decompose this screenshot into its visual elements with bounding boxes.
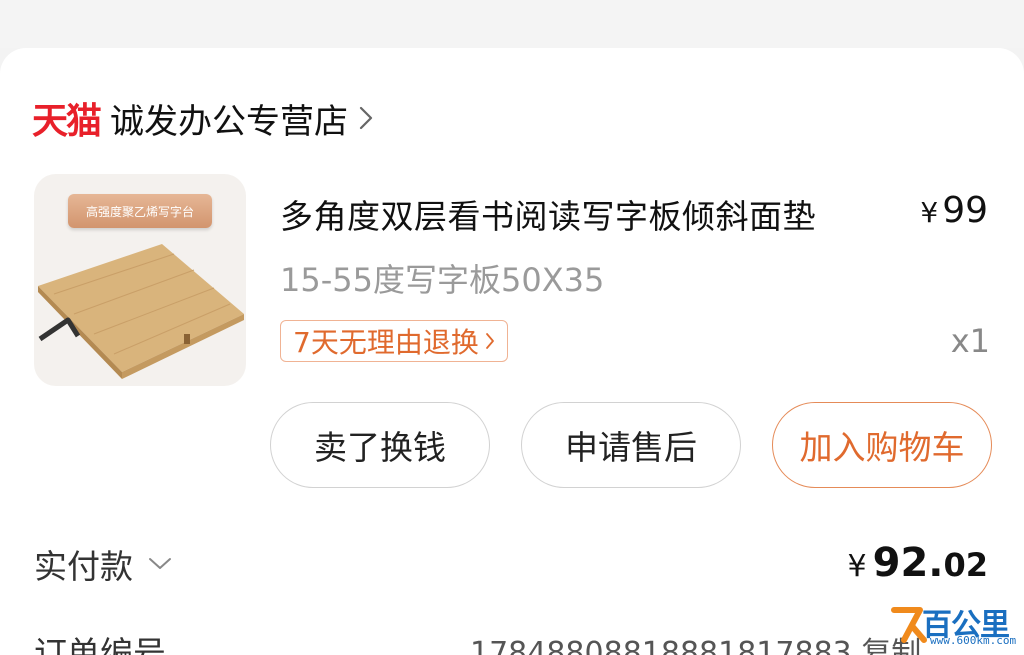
product-image-tag: 高强度聚乙烯写字台 bbox=[68, 194, 212, 228]
chevron-right-icon[interactable] bbox=[358, 105, 374, 131]
paid-amount-cents: 02 bbox=[943, 546, 988, 584]
product-image[interactable]: 高强度聚乙烯写字台 bbox=[34, 174, 246, 386]
return-policy-badge[interactable]: 7天无理由退换 bbox=[280, 320, 508, 362]
tmall-logo: 天猫 bbox=[32, 101, 102, 142]
return-policy-label: 7天无理由退换 bbox=[293, 326, 479, 359]
order-number-value[interactable]: 17848808818881817883 复制 bbox=[470, 634, 921, 655]
sell-button[interactable]: 卖了换钱 bbox=[270, 402, 490, 488]
product-title[interactable]: 多角度双层看书阅读写字板倾斜面垫 bbox=[280, 190, 816, 238]
paid-currency: ¥ bbox=[847, 549, 867, 584]
price-value: 99 bbox=[942, 190, 988, 231]
chevron-right-icon bbox=[485, 333, 494, 349]
price-currency: ¥ bbox=[920, 196, 939, 229]
paid-row-toggle[interactable]: 实付款 bbox=[34, 540, 173, 588]
paid-label: 实付款 bbox=[34, 547, 133, 586]
shop-name[interactable]: 诚发办公专营店 bbox=[110, 94, 348, 143]
watermark-logo: 百公里 www.600km.com bbox=[890, 598, 1016, 650]
order-number-label: 订单编号 bbox=[34, 634, 166, 655]
product-spec: 15-55度写字板50X35 bbox=[280, 261, 605, 299]
shop-header[interactable]: 天猫 诚发办公专营店 bbox=[32, 94, 374, 143]
chevron-down-icon bbox=[149, 558, 171, 569]
add-to-cart-button[interactable]: 加入购物车 bbox=[772, 402, 992, 488]
paid-amount: ¥92.02 bbox=[848, 540, 988, 586]
after-sale-button[interactable]: 申请售后 bbox=[521, 402, 741, 488]
paid-amount-int: 92. bbox=[872, 540, 944, 586]
top-gap bbox=[0, 0, 1024, 48]
product-price: ¥99 bbox=[920, 190, 988, 231]
watermark-url: www.600km.com bbox=[930, 634, 1017, 647]
product-quantity: x1 bbox=[950, 322, 990, 360]
